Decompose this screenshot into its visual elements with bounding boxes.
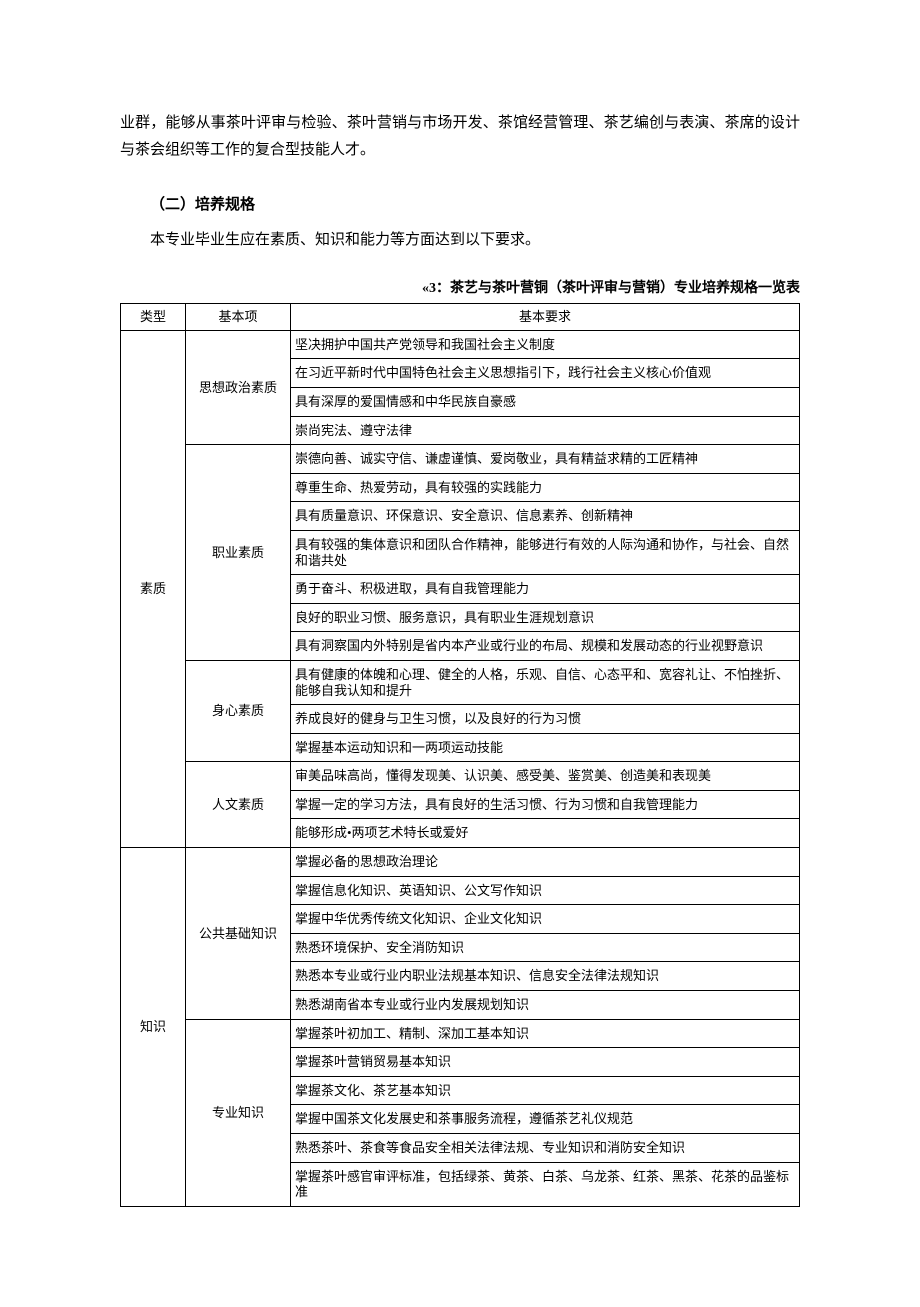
requirement-cell: 掌握中华优秀传统文化知识、企业文化知识 (291, 905, 800, 934)
table-row: 职业素质崇德向善、诚实守信、谦虚谨慎、爱岗敬业，具有精益求精的工匠精神 (121, 445, 800, 474)
table-row: 素质思想政治素质坚决拥护中国共产党领导和我国社会主义制度 (121, 330, 800, 359)
requirement-cell: 审美品味高尚，懂得发现美、认识美、感受美、鉴赏美、创造美和表现美 (291, 762, 800, 791)
requirement-cell: 良好的职业习惯、服务意识，具有职业生涯规划意识 (291, 603, 800, 632)
type-cell: 知识 (121, 848, 186, 1207)
item-cell: 公共基础知识 (186, 848, 291, 1020)
requirement-cell: 在习近平新时代中国特色社会主义思想指引下，践行社会主义核心价值观 (291, 359, 800, 388)
intro-paragraph: 业群，能够从事茶叶评审与检验、茶叶营销与市场开发、茶馆经营管理、茶艺编创与表演、… (120, 110, 800, 164)
item-cell: 专业知识 (186, 1019, 291, 1206)
requirement-cell: 掌握茶叶营销贸易基本知识 (291, 1048, 800, 1077)
requirement-cell: 坚决拥护中国共产党领导和我国社会主义制度 (291, 330, 800, 359)
requirement-cell: 熟悉环境保护、安全消防知识 (291, 933, 800, 962)
section-heading: （二）培养规格 (120, 192, 800, 219)
item-cell: 思想政治素质 (186, 330, 291, 444)
table-body: 素质思想政治素质坚决拥护中国共产党领导和我国社会主义制度在习近平新时代中国特色社… (121, 330, 800, 1206)
requirement-cell: 尊重生命、热爱劳动，具有较强的实践能力 (291, 473, 800, 502)
requirement-cell: 掌握中国茶文化发展史和茶事服务流程，遵循茶艺礼仪规范 (291, 1105, 800, 1134)
requirement-cell: 掌握茶叶感官审评标准，包括绿茶、黄茶、白茶、乌龙茶、红茶、黑茶、花茶的品鉴标准 (291, 1162, 800, 1206)
requirement-cell: 熟悉本专业或行业内职业法规基本知识、信息安全法律法规知识 (291, 962, 800, 991)
header-item: 基本项 (186, 304, 291, 331)
requirement-cell: 掌握基本运动知识和一两项运动技能 (291, 733, 800, 762)
requirement-cell: 熟悉茶叶、茶食等食品安全相关法律法规、专业知识和消防安全知识 (291, 1134, 800, 1163)
requirement-cell: 崇德向善、诚实守信、谦虚谨慎、爱岗敬业，具有精益求精的工匠精神 (291, 445, 800, 474)
requirement-cell: 具有较强的集体意识和团队合作精神，能够进行有效的人际沟通和协作，与社会、自然和谐… (291, 530, 800, 574)
requirement-cell: 具有质量意识、环保意识、安全意识、信息素养、创新精神 (291, 502, 800, 531)
requirement-cell: 掌握茶叶初加工、精制、深加工基本知识 (291, 1019, 800, 1048)
table-row: 专业知识掌握茶叶初加工、精制、深加工基本知识 (121, 1019, 800, 1048)
requirement-cell: 能够形成•两项艺术特长或爱好 (291, 819, 800, 848)
requirement-cell: 养成良好的健身与卫生习惯，以及良好的行为习惯 (291, 705, 800, 734)
document-page: 业群，能够从事茶叶评审与检验、茶叶营销与市场开发、茶馆经营管理、茶艺编创与表演、… (0, 0, 920, 1307)
header-req: 基本要求 (291, 304, 800, 331)
requirement-cell: 崇尚宪法、遵守法律 (291, 416, 800, 445)
requirement-cell: 掌握一定的学习方法，具有良好的生活习惯、行为习惯和自我管理能力 (291, 790, 800, 819)
training-spec-table: 类型 基本项 基本要求 素质思想政治素质坚决拥护中国共产党领导和我国社会主义制度… (120, 303, 800, 1207)
table-header-row: 类型 基本项 基本要求 (121, 304, 800, 331)
item-cell: 人文素质 (186, 762, 291, 848)
requirement-cell: 掌握信息化知识、英语知识、公文写作知识 (291, 876, 800, 905)
requirement-cell: 具有深厚的爱国情感和中华民族自豪感 (291, 387, 800, 416)
requirement-cell: 勇于奋斗、积极进取，具有自我管理能力 (291, 575, 800, 604)
requirement-cell: 掌握必备的思想政治理论 (291, 848, 800, 877)
header-type: 类型 (121, 304, 186, 331)
table-row: 知识公共基础知识掌握必备的思想政治理论 (121, 848, 800, 877)
item-cell: 身心素质 (186, 660, 291, 761)
table-row: 人文素质审美品味高尚，懂得发现美、认识美、感受美、鉴赏美、创造美和表现美 (121, 762, 800, 791)
requirement-cell: 具有洞察国内外特别是省内本产业或行业的布局、规模和发展动态的行业视野意识 (291, 632, 800, 661)
requirement-cell: 掌握茶文化、茶艺基本知识 (291, 1076, 800, 1105)
requirement-cell: 具有健康的体魄和心理、健全的人格，乐观、自信、心态平和、宽容礼让、不怕挫折、能够… (291, 660, 800, 704)
table-row: 身心素质具有健康的体魄和心理、健全的人格，乐观、自信、心态平和、宽容礼让、不怕挫… (121, 660, 800, 704)
lead-sentence: 本专业毕业生应在素质、知识和能力等方面达到以下要求。 (120, 227, 800, 254)
requirement-cell: 熟悉湖南省本专业或行业内发展规划知识 (291, 991, 800, 1020)
type-cell: 素质 (121, 330, 186, 847)
item-cell: 职业素质 (186, 445, 291, 661)
table-caption: «3：茶艺与茶叶营铜（茶叶评审与营销）专业培养规格一览表 (120, 276, 800, 301)
intro-paragraph-block: 业群，能够从事茶叶评审与检验、茶叶营销与市场开发、茶馆经营管理、茶艺编创与表演、… (120, 110, 800, 164)
